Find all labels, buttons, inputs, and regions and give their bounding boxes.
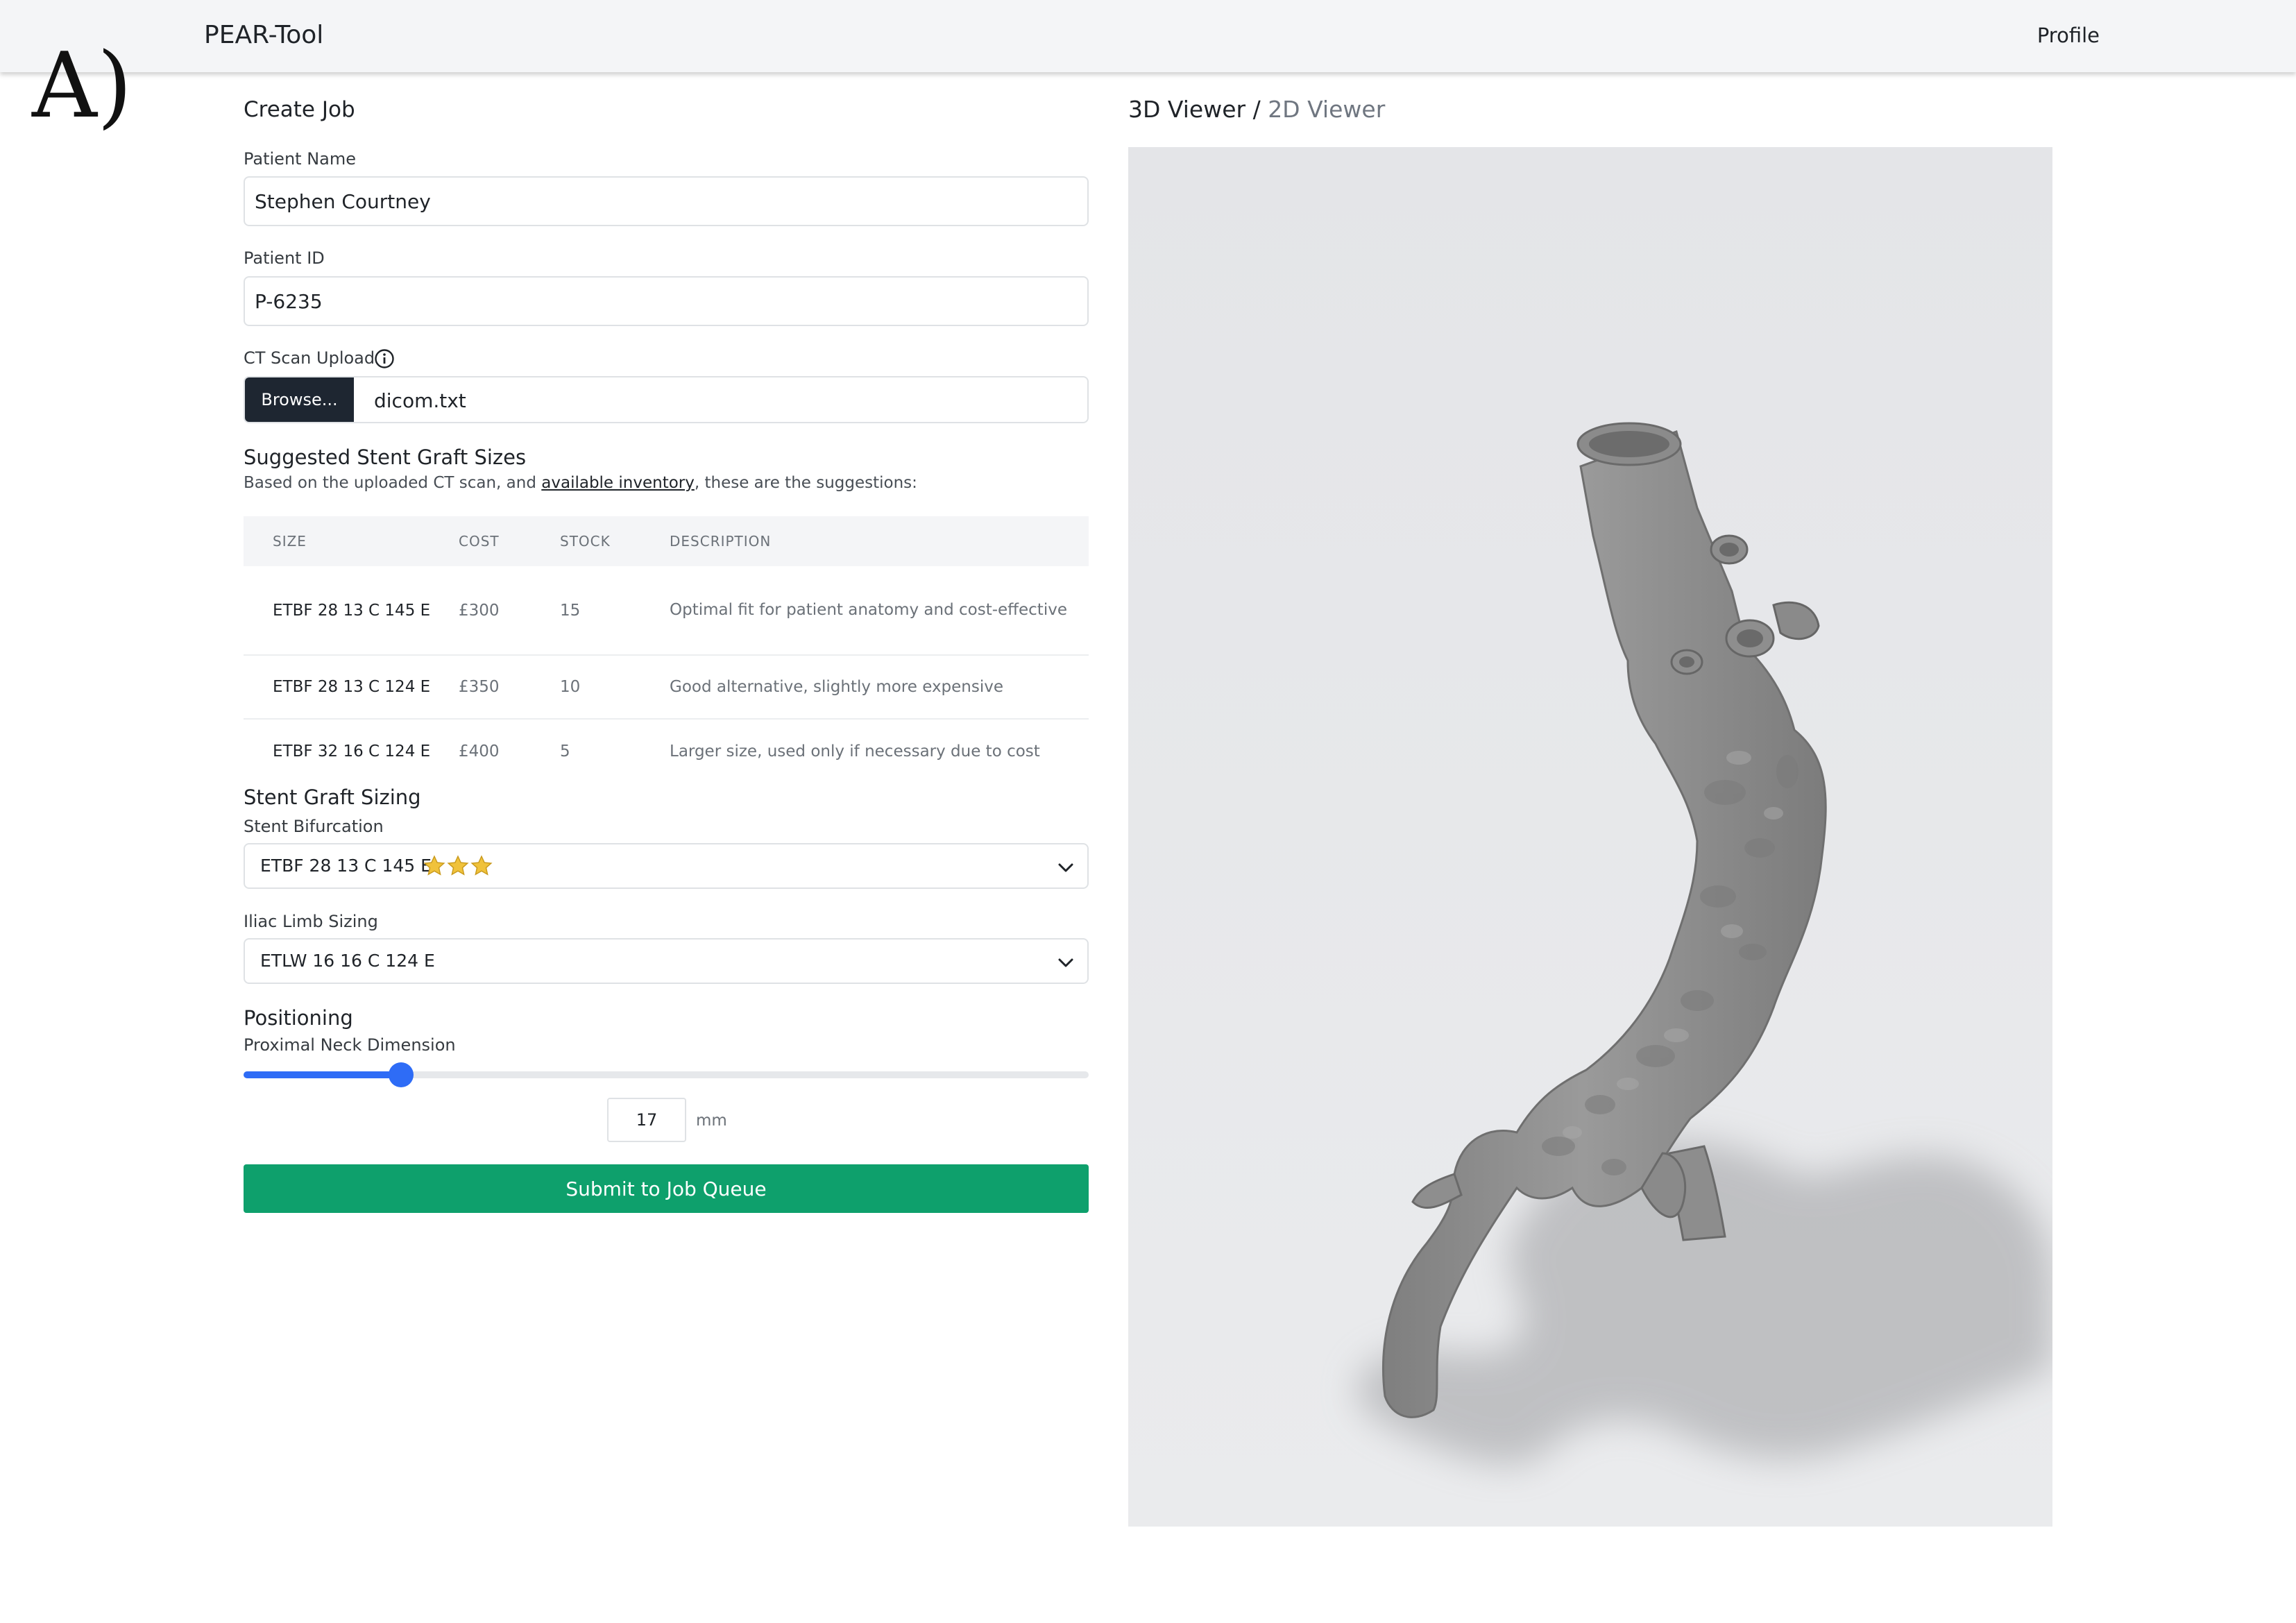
stent-graft-sizing-title: Stent Graft Sizing [244, 785, 421, 809]
proximal-neck-slider[interactable] [244, 1062, 1089, 1087]
tab-2d-viewer[interactable]: 2D Viewer [1268, 96, 1385, 123]
browse-button[interactable]: Browse... [245, 377, 354, 422]
figure-panel-label: A) [32, 33, 133, 138]
table-row[interactable]: ETBF 28 13 C 145 E £300 15 Optimal fit f… [244, 566, 1089, 655]
info-icon[interactable] [374, 348, 395, 369]
suggested-sizes-title: Suggested Stent Graft Sizes [244, 445, 527, 469]
chevron-down-icon [1058, 958, 1073, 967]
patient-id-input[interactable] [244, 276, 1089, 326]
patient-id-label: Patient ID [244, 248, 325, 268]
table-row[interactable]: ETBF 32 16 C 124 E £400 5 Larger size, u… [244, 719, 1089, 783]
iliac-limb-select[interactable]: ETLW 16 16 C 124 E [244, 938, 1089, 984]
column-header-description: DESCRIPTION [670, 533, 772, 550]
slider-fill [244, 1071, 401, 1078]
stock-cell: 15 [560, 601, 581, 620]
proximal-neck-value-input[interactable] [607, 1098, 686, 1142]
tab-separator: / [1245, 96, 1268, 123]
iliac-limb-label: Iliac Limb Sizing [244, 912, 378, 931]
description-cell: Larger size, used only if necessary due … [670, 742, 1040, 760]
cost-cell: £300 [459, 601, 500, 620]
available-inventory-link[interactable]: available inventory [541, 474, 695, 492]
3d-viewer-canvas[interactable] [1128, 147, 2052, 1527]
rating-stars [423, 854, 493, 879]
viewer-tabs: 3D Viewer / 2D Viewer [1128, 96, 1385, 123]
star-icon [470, 855, 493, 876]
patient-name-label: Patient Name [244, 149, 356, 169]
selected-file-name: dicom.txt [374, 389, 466, 412]
iliac-limb-value: ETLW 16 16 C 124 E [260, 951, 435, 971]
slider-thumb[interactable] [388, 1062, 414, 1087]
size-cell: ETBF 28 13 C 145 E [273, 601, 431, 620]
description-cell: Optimal fit for patient anatomy and cost… [670, 601, 1067, 619]
size-cell: ETBF 28 13 C 124 E [273, 678, 431, 696]
suggestions-desc-prefix: Based on the uploaded CT scan, and [244, 474, 542, 492]
patient-name-input[interactable] [244, 176, 1089, 226]
proximal-neck-label: Proximal Neck Dimension [244, 1035, 456, 1055]
unit-label: mm [696, 1112, 727, 1130]
profile-link[interactable]: Profile [2037, 24, 2100, 47]
app-brand[interactable]: PEAR-Tool [204, 21, 323, 49]
size-cell: ETBF 32 16 C 124 E [273, 742, 431, 760]
top-navbar: PEAR-Tool Profile [0, 0, 2296, 72]
ct-upload-field[interactable]: Browse... dicom.txt [244, 376, 1089, 423]
description-cell: Good alternative, slightly more expensiv… [670, 678, 1004, 696]
stock-cell: 5 [560, 742, 570, 760]
tab-3d-viewer[interactable]: 3D Viewer [1128, 96, 1245, 123]
suggestions-desc-suffix: , these are the suggestions: [694, 474, 917, 492]
stent-bifurcation-select[interactable]: ETBF 28 13 C 145 E [244, 843, 1089, 889]
star-icon [423, 855, 445, 876]
stent-bifurcation-label: Stent Bifurcation [244, 817, 384, 836]
chevron-down-icon [1058, 863, 1073, 872]
table-header-row: SIZE COST STOCK DESCRIPTION [244, 516, 1089, 566]
submit-button[interactable]: Submit to Job Queue [244, 1164, 1089, 1213]
column-header-size: SIZE [273, 533, 307, 550]
stock-cell: 10 [560, 678, 581, 696]
column-header-stock: STOCK [560, 533, 611, 550]
form-title: Create Job [244, 97, 355, 122]
cost-cell: £350 [459, 678, 500, 696]
suggested-sizes-table: SIZE COST STOCK DESCRIPTION ETBF 28 13 C… [244, 516, 1089, 783]
ct-upload-label: CT Scan Upload [244, 348, 375, 368]
star-icon [447, 855, 469, 876]
aorta-3d-model [1128, 147, 2052, 1527]
suggestions-description: Based on the uploaded CT scan, and avail… [244, 474, 917, 492]
positioning-title: Positioning [244, 1006, 353, 1030]
table-row[interactable]: ETBF 28 13 C 124 E £350 10 Good alternat… [244, 655, 1089, 719]
cost-cell: £400 [459, 742, 500, 760]
column-header-cost: COST [459, 533, 500, 550]
stent-bifurcation-value: ETBF 28 13 C 145 E [260, 856, 432, 876]
